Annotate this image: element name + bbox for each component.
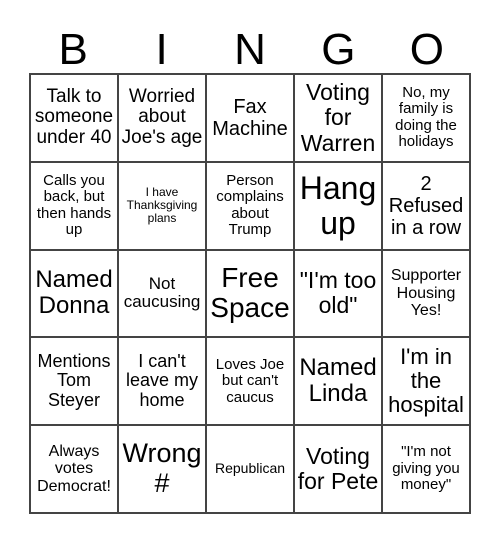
header-letter-o: O <box>409 25 444 74</box>
header-letter-n: N <box>234 25 266 74</box>
bingo-cell: I can't leave my home <box>118 337 206 426</box>
header-letter-g: G <box>321 25 356 74</box>
bingo-cell: Loves Joe but can't caucus <box>206 337 294 426</box>
bingo-cell: Person complains about Trump <box>206 161 294 250</box>
header-letter-b: B <box>58 25 88 74</box>
bingo-cell: "I'm too old" <box>294 249 382 338</box>
bingo-cell: No, my family is doing the holidays <box>382 74 470 162</box>
bingo-cell: Talk to someone under 40 <box>30 74 118 162</box>
bingo-cell: Republican <box>206 425 294 513</box>
bingo-grid: Talk to someone under 40 Worried about J… <box>29 73 471 514</box>
bingo-cell: 2 Refused in a row <box>382 161 470 250</box>
bingo-cell: I have Thanksgiving plans <box>118 161 206 250</box>
bingo-cell: Voting for Warren <box>294 74 382 162</box>
header-letter-i: I <box>155 25 168 74</box>
bingo-cell: Worried about Joe's age <box>118 74 206 162</box>
bingo-cell: I'm in the hospital <box>382 337 470 426</box>
bingo-cell: Always votes Democrat! <box>30 425 118 513</box>
bingo-cell: Calls you back, but then hands up <box>30 161 118 250</box>
bingo-cell: "I'm not giving you money" <box>382 425 470 513</box>
bingo-cell: Mentions Tom Steyer <box>30 337 118 426</box>
bingo-cell: Wrong # <box>118 425 206 513</box>
bingo-header: B I N G O <box>29 28 471 72</box>
free-space-cell: Free Space <box>206 249 294 338</box>
bingo-cell: Named Donna <box>30 249 118 338</box>
bingo-cell: Fax Machine <box>206 74 294 162</box>
bingo-cell: Named Linda <box>294 337 382 426</box>
bingo-cell: Voting for Pete <box>294 425 382 513</box>
bingo-cell: Hang up <box>294 161 382 250</box>
bingo-cell: Not caucusing <box>118 249 206 338</box>
bingo-cell: Supporter Housing Yes! <box>382 249 470 338</box>
